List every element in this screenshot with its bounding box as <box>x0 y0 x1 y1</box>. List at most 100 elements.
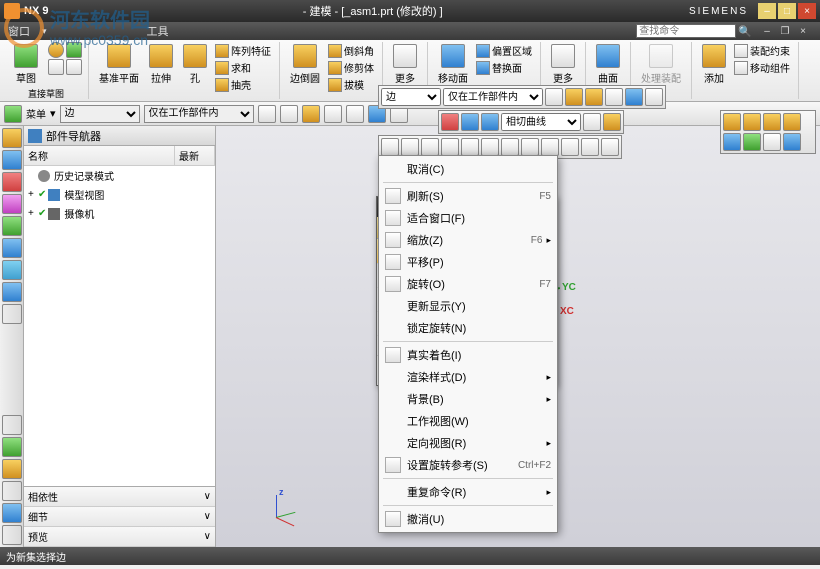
snap-12[interactable] <box>601 138 619 156</box>
tool-3[interactable] <box>302 105 320 123</box>
menu-item[interactable]: 平移(P) <box>379 251 557 273</box>
doc-restore[interactable]: ❐ <box>776 23 794 39</box>
rt-2[interactable] <box>743 113 761 131</box>
menu-item[interactable]: 取消(C) <box>379 158 557 180</box>
menu-item[interactable]: 适合窗口(F) <box>379 207 557 229</box>
line-icon[interactable] <box>48 59 64 75</box>
snap-10[interactable] <box>561 138 579 156</box>
tree-item-model-view[interactable]: +✔ 模型视图 <box>24 185 215 204</box>
snap-2[interactable] <box>401 138 419 156</box>
assembly-constraint-button[interactable]: 装配约束 <box>732 42 792 59</box>
datum-plane-button[interactable]: 基准平面 <box>95 42 143 87</box>
unite-button[interactable]: 求和 <box>213 59 273 76</box>
add-button[interactable]: 添加 <box>698 42 730 87</box>
plus-icon[interactable] <box>66 42 82 58</box>
chamfer-button[interactable]: 倒斜角 <box>326 42 376 59</box>
float-filter-1[interactable]: 边 <box>381 88 441 106</box>
snap-8[interactable] <box>521 138 539 156</box>
vtool-7[interactable] <box>2 260 22 280</box>
pattern-feature-button[interactable]: 阵列特征 <box>213 42 273 59</box>
tool-2[interactable] <box>280 105 298 123</box>
replace-face-button[interactable]: 替换面 <box>474 59 534 76</box>
menu-item[interactable]: 背景(B)▸ <box>379 388 557 410</box>
ft-2[interactable] <box>565 88 583 106</box>
vtool-2[interactable] <box>2 150 22 170</box>
tool-4[interactable] <box>324 105 342 123</box>
ft-6[interactable] <box>645 88 663 106</box>
snap-5[interactable] <box>461 138 479 156</box>
minimize-button[interactable]: – <box>758 3 776 19</box>
arc-icon[interactable] <box>66 59 82 75</box>
vtool-1[interactable] <box>2 128 22 148</box>
offset-region-button[interactable]: 偏置区域 <box>474 42 534 59</box>
rt-5[interactable] <box>723 133 741 151</box>
vtool-f[interactable] <box>2 525 22 545</box>
extrude-button[interactable]: 拉伸 <box>145 42 177 87</box>
hole-button[interactable]: 孔 <box>179 42 211 87</box>
col-latest[interactable]: 最新 <box>175 146 215 165</box>
menu-item[interactable]: 刷新(S)F5 <box>379 185 557 207</box>
vtool-9[interactable] <box>2 304 22 324</box>
tool-5[interactable] <box>346 105 364 123</box>
menu-label[interactable]: 菜单 <box>26 106 46 121</box>
rt-1[interactable] <box>723 113 741 131</box>
section-dependency[interactable]: 相依性∨ <box>24 487 215 507</box>
menu-item[interactable]: 旋转(O)F7 <box>379 273 557 295</box>
menu-item[interactable]: 缩放(Z)F6▸ <box>379 229 557 251</box>
menu-item[interactable]: 真实着色(I) <box>379 344 557 366</box>
vtool-5[interactable] <box>2 216 22 236</box>
snap-3[interactable] <box>421 138 439 156</box>
fc-rect[interactable] <box>441 113 459 131</box>
doc-minimize[interactable]: – <box>758 23 776 39</box>
tool-1[interactable] <box>258 105 276 123</box>
fc-2[interactable] <box>481 113 499 131</box>
maximize-button[interactable]: □ <box>778 3 796 19</box>
shell-button[interactable]: 抽壳 <box>213 76 273 93</box>
snap-6[interactable] <box>481 138 499 156</box>
trim-body-button[interactable]: 修剪体 <box>326 59 376 76</box>
tree-item-history[interactable]: 历史记录模式 <box>24 166 215 185</box>
vtool-e[interactable] <box>2 503 22 523</box>
menu-item[interactable]: 定向视图(R)▸ <box>379 432 557 454</box>
sketch-button[interactable]: 草图 <box>10 42 42 87</box>
vtool-c[interactable] <box>2 459 22 479</box>
fc-4[interactable] <box>603 113 621 131</box>
close-button[interactable]: × <box>798 3 816 19</box>
menu-item[interactable]: 渲染样式(D)▸ <box>379 366 557 388</box>
ft-3[interactable] <box>585 88 603 106</box>
float-filter-2[interactable]: 仅在工作部件内 <box>443 88 543 106</box>
menu-item[interactable]: 锁定旋转(N) <box>379 317 557 339</box>
draft-button[interactable]: 拔模 <box>326 76 376 93</box>
snap-9[interactable] <box>541 138 559 156</box>
doc-close[interactable]: × <box>794 23 812 39</box>
edge-blend-button[interactable]: 边倒圆 <box>286 42 324 87</box>
ft-4[interactable] <box>605 88 623 106</box>
fc-1[interactable] <box>461 113 479 131</box>
menu-item[interactable]: 重复命令(R)▸ <box>379 481 557 503</box>
vtool-b[interactable] <box>2 437 22 457</box>
process-assembly-button[interactable]: 处理装配 <box>637 42 685 87</box>
snap-1[interactable] <box>381 138 399 156</box>
search-input[interactable] <box>636 24 736 38</box>
fc-3[interactable] <box>583 113 601 131</box>
section-details[interactable]: 细节∨ <box>24 507 215 527</box>
menu-item[interactable]: 工作视图(W) <box>379 410 557 432</box>
more-button-1[interactable]: 更多 <box>389 42 421 87</box>
menu-item[interactable]: 更新显示(Y) <box>379 295 557 317</box>
rt-3[interactable] <box>763 113 781 131</box>
filter-type-select[interactable]: 边 <box>60 105 140 123</box>
vtool-3[interactable] <box>2 172 22 192</box>
curve-filter[interactable]: 相切曲线 <box>501 113 581 131</box>
vtool-8[interactable] <box>2 282 22 302</box>
menu-item[interactable]: 设置旋转参考(S)Ctrl+F2 <box>379 454 557 476</box>
move-face-button[interactable]: 移动面 <box>434 42 472 87</box>
circle-icon[interactable] <box>48 42 64 58</box>
ft-1[interactable] <box>545 88 563 106</box>
surface-button[interactable]: 曲面 <box>592 42 624 87</box>
section-preview[interactable]: 预览∨ <box>24 527 215 547</box>
ft-5[interactable] <box>625 88 643 106</box>
snap-11[interactable] <box>581 138 599 156</box>
vtool-4[interactable] <box>2 194 22 214</box>
rt-7[interactable] <box>763 133 781 151</box>
rt-4[interactable] <box>783 113 801 131</box>
